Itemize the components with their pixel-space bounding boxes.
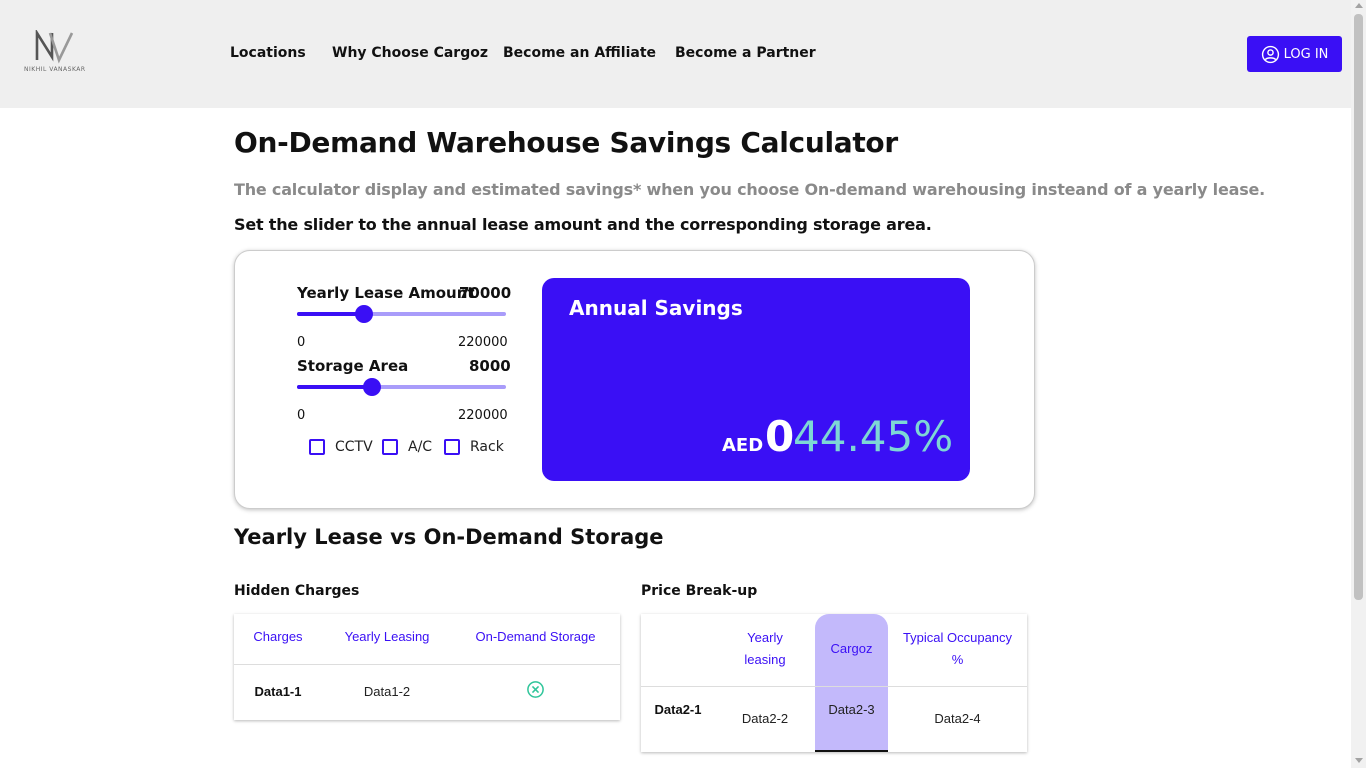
price-breakup-header-occupancy[interactable]: Typical Occupancy % [899,627,1016,671]
area-slider-fill [297,385,372,389]
cargoz-column-highlight [815,614,888,752]
hidden-charges-header-ondemand[interactable]: On-Demand Storage [470,626,601,648]
lease-amount-label: Yearly Lease Amount [297,284,475,302]
hidden-charges-header-charges[interactable]: Charges [238,626,318,648]
scrollbar-thumb[interactable] [1354,14,1363,600]
scroll-up-arrow-icon[interactable] [1355,3,1363,8]
comparison-heading: Yearly Lease vs On-Demand Storage [234,525,664,549]
cargoz-active-underline [815,750,888,752]
scroll-down-arrow-icon[interactable] [1355,758,1363,763]
page: NIKHIL VANASKAR Locations Why Choose Car… [0,0,1366,768]
storage-area-slider[interactable] [297,378,506,396]
lease-max-label: 220000 [458,335,508,350]
cctv-label: CCTV [335,439,373,455]
ac-checkbox[interactable] [382,439,398,455]
annual-savings-title: Annual Savings [569,296,743,320]
price-breakup-header-yearly[interactable]: Yearly leasing [725,627,805,671]
nav-become-partner[interactable]: Become a Partner [675,45,816,61]
lease-amount-slider[interactable] [297,305,506,323]
rack-checkbox[interactable] [444,439,460,455]
circle-x-icon [527,681,544,698]
savings-currency: AED [722,435,764,456]
page-subtitle: The calculator display and estimated sav… [234,180,1266,199]
price-breakup-cell-1: Data2-1 [654,702,702,717]
logo-mark-icon [35,28,74,64]
lease-slider-thumb[interactable] [355,305,373,323]
price-breakup-cell-2: Data2-2 [741,711,789,726]
hidden-charges-cell-1: Data1-1 [254,684,302,699]
area-slider-thumb[interactable] [363,378,381,396]
hidden-charges-title: Hidden Charges [234,583,360,599]
lease-slider-fill [297,312,364,316]
account-circle-icon [1261,45,1279,63]
annual-savings-panel: Annual Savings AED 0 44.45% [542,278,970,481]
price-breakup-title: Price Break-up [641,583,758,599]
page-title: On-Demand Warehouse Savings Calculator [234,126,898,159]
price-breakup-cell-4: Data2-4 [934,711,981,726]
brand-logo-text: NIKHIL VANASKAR [24,66,86,73]
price-breakup-cell-3: Data2-3 [828,702,875,717]
area-max-label: 220000 [458,408,508,423]
savings-amount: 0 [765,412,795,461]
slider-instruction: Set the slider to the annual lease amoun… [234,215,932,234]
storage-area-value: 8000 [469,357,511,375]
lease-min-label: 0 [297,335,306,350]
lease-amount-value: 70000 [459,284,512,302]
login-label: LOG IN [1283,46,1329,62]
site-header: NIKHIL VANASKAR Locations Why Choose Car… [0,0,1351,108]
savings-percent: 44.45% [793,412,954,461]
nav-why-choose-cargoz[interactable]: Why Choose Cargoz [332,45,488,61]
hidden-charges-header-yearly[interactable]: Yearly Leasing [332,626,442,648]
vertical-scrollbar[interactable] [1351,0,1366,768]
hidden-charges-divider [234,664,620,665]
price-breakup-divider [641,686,1027,687]
price-breakup-header-cargoz[interactable]: Cargoz [815,638,888,660]
nav-become-affiliate[interactable]: Become an Affiliate [503,45,656,61]
area-min-label: 0 [297,408,306,423]
storage-area-label: Storage Area [297,357,409,375]
login-button[interactable]: LOG IN [1247,36,1342,72]
rack-label: Rack [470,439,504,455]
hidden-charges-cell-2: Data1-2 [363,684,411,699]
cctv-checkbox[interactable] [309,439,325,455]
ac-label: A/C [408,439,433,455]
nav-locations[interactable]: Locations [230,45,306,61]
